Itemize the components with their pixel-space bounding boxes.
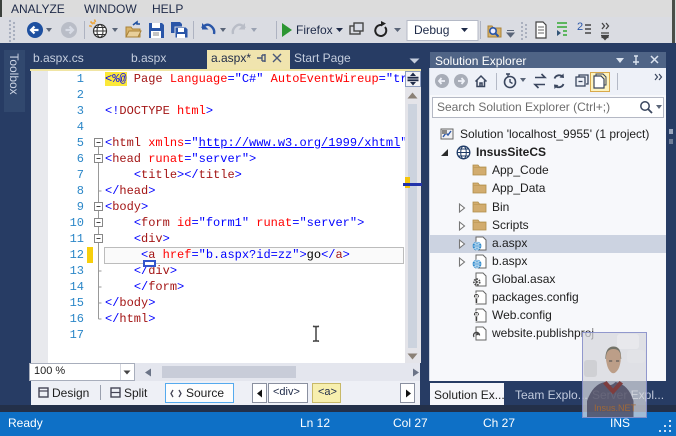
svg-text:Insus.NET: Insus.NET bbox=[594, 403, 637, 413]
svg-text:2: 2 bbox=[577, 21, 583, 33]
